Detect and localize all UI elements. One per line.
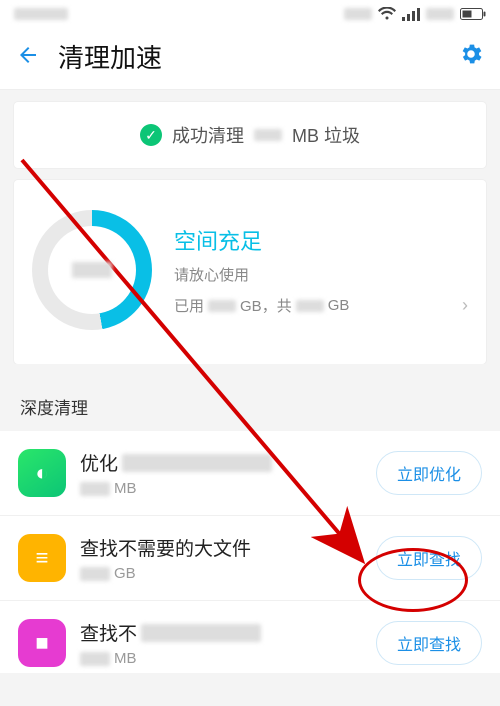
list-item-optimize[interactable]: ◐ 优化 MB 立即优化: [0, 431, 500, 516]
total-gb-blur: [296, 300, 324, 312]
deep-clean-header: 深度清理: [0, 364, 500, 431]
status-bar: [0, 0, 500, 28]
optimize-title-blur: [122, 454, 272, 472]
clean-success-card: ✓ 成功清理 MB 垃圾: [14, 102, 486, 168]
app-header: 清理加速: [0, 28, 500, 89]
status-left-blur: [14, 8, 68, 20]
deep-clean-list: ◐ 优化 MB 立即优化 ≡ 查找不需要的大文件 GB 立即查找 ■: [0, 431, 500, 673]
find-other-icon: ■: [18, 619, 66, 667]
status-center-blur: [344, 8, 372, 20]
success-text-prefix: 成功清理: [172, 122, 244, 148]
storage-status-title: 空间充足: [174, 224, 468, 256]
large-files-size-blur: [80, 567, 110, 581]
success-check-icon: ✓: [140, 124, 162, 146]
storage-ring-chart: [32, 210, 152, 330]
optimize-size-blur: [80, 482, 110, 496]
find-now-button-2[interactable]: 立即查找: [376, 621, 482, 665]
wifi-icon: [378, 7, 396, 21]
list-item-find-other[interactable]: ■ 查找不 MB 立即查找: [0, 601, 500, 673]
page-title: 清理加速: [58, 38, 162, 75]
find-now-button[interactable]: 立即查找: [376, 536, 482, 580]
chevron-right-icon: ›: [448, 295, 468, 316]
success-text-suffix: MB 垃圾: [292, 122, 360, 148]
signal-icon: [402, 7, 420, 21]
battery-icon: [460, 7, 486, 21]
large-files-title: 查找不需要的大文件: [80, 534, 251, 561]
large-files-icon: ≡: [18, 534, 66, 582]
back-icon[interactable]: [16, 43, 40, 71]
find-other-size-blur: [80, 652, 110, 666]
storage-percent-blur: [72, 262, 112, 278]
find-other-title-blur: [141, 624, 261, 642]
cleaned-amount-blur: [254, 129, 282, 141]
settings-icon[interactable]: [458, 41, 484, 72]
list-item-large-files[interactable]: ≡ 查找不需要的大文件 GB 立即查找: [0, 516, 500, 601]
status-right-blur: [426, 8, 454, 20]
storage-usage-line: 已用 GB，共 GB ›: [174, 295, 468, 316]
storage-card[interactable]: 空间充足 请放心使用 已用 GB，共 GB ›: [14, 180, 486, 364]
optimize-icon: ◐: [18, 449, 66, 497]
optimize-now-button[interactable]: 立即优化: [376, 451, 482, 495]
find-other-title-prefix: 查找不: [80, 619, 137, 646]
optimize-title-prefix: 优化: [80, 449, 118, 476]
used-gb-blur: [208, 300, 236, 312]
storage-status-subtitle: 请放心使用: [174, 264, 468, 285]
